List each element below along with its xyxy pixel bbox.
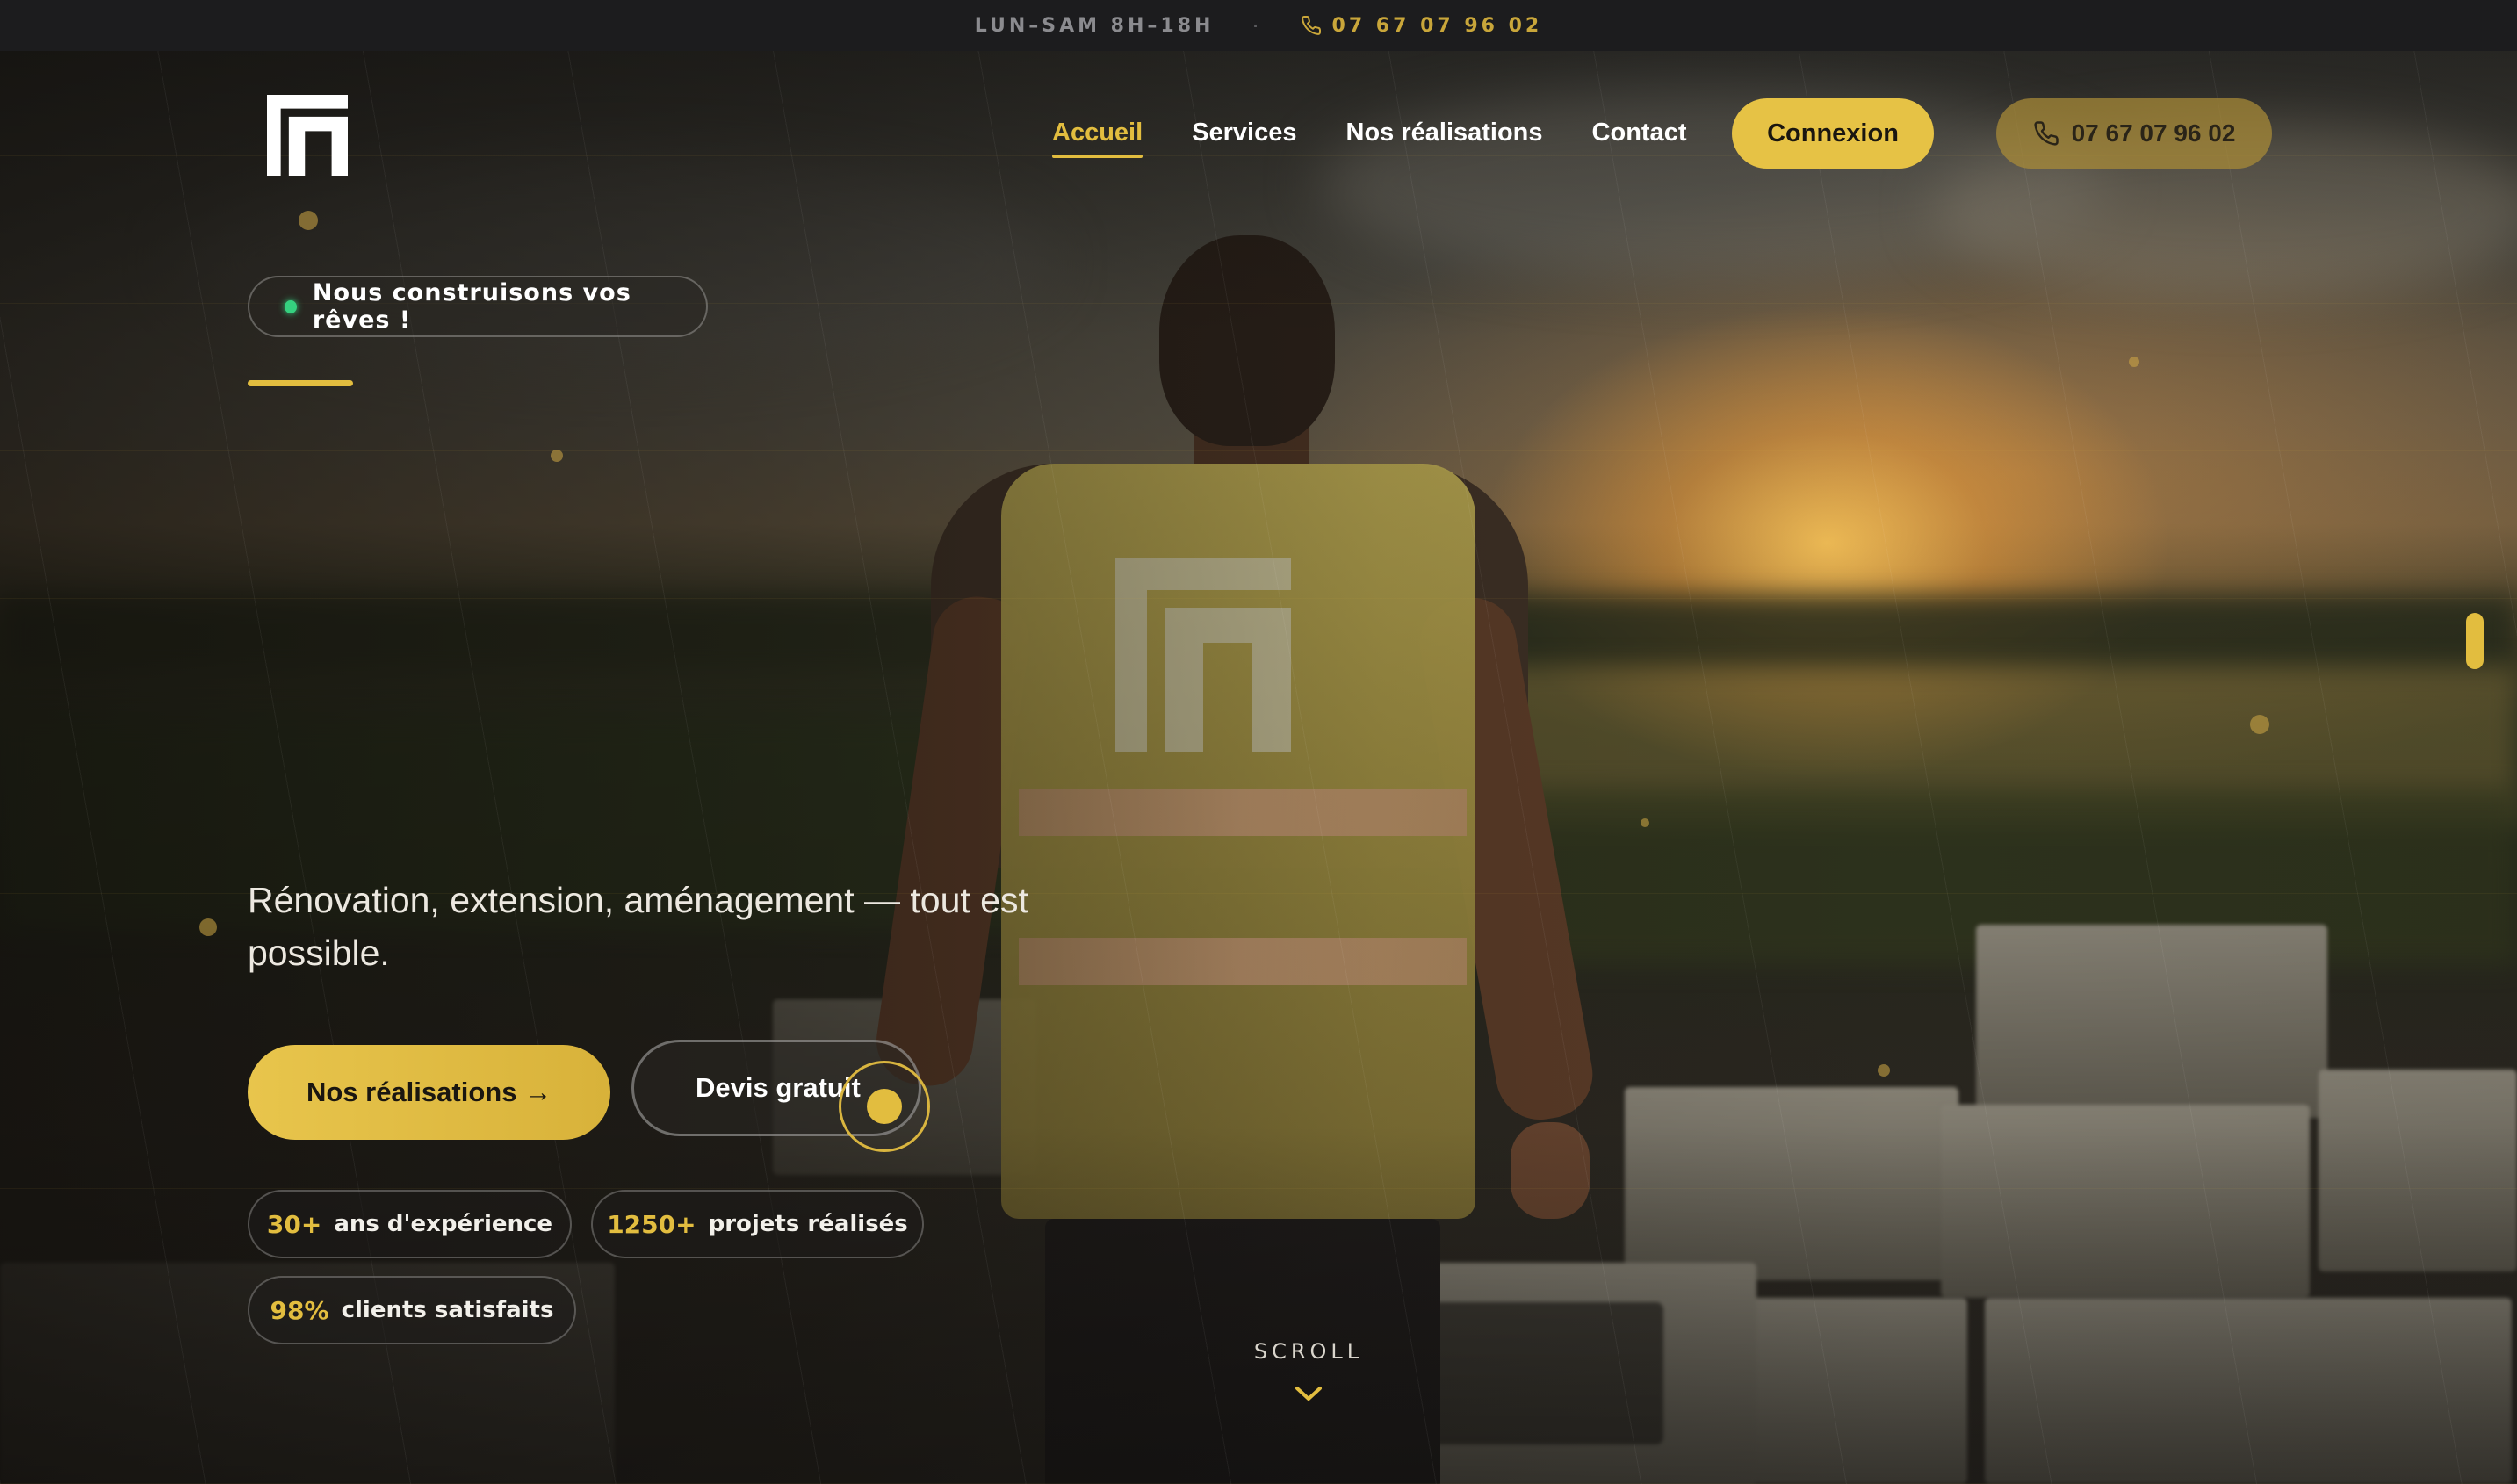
status-dot-icon — [285, 299, 297, 313]
stat-satisfaction: 98% clients satisfaits — [248, 1276, 576, 1344]
stat-value: 1250+ — [607, 1209, 696, 1239]
nav-item-contact[interactable]: Contact — [1592, 119, 1687, 148]
top-info-bar: LUN–SAM 8H–18H · 07 67 07 96 02 — [0, 0, 2517, 51]
main-navigation: Accueil Services Nos réalisations Contac… — [1052, 97, 1735, 169]
opening-hours: LUN–SAM 8H–18H — [974, 14, 1215, 37]
login-button[interactable]: Connexion — [1732, 98, 1934, 169]
stat-label: ans d'expérience — [334, 1211, 553, 1237]
accent-divider — [248, 380, 353, 386]
hero-tagline-badge: Nous construisons vos rêves ! — [248, 276, 708, 337]
stat-experience: 30+ ans d'expérience — [248, 1190, 572, 1258]
nav-item-accueil[interactable]: Accueil — [1052, 119, 1143, 158]
topbar-phone-link[interactable]: 07 67 07 96 02 — [1301, 15, 1543, 37]
stat-label: clients satisfaits — [341, 1297, 554, 1323]
topbar-phone-number: 07 67 07 96 02 — [1331, 14, 1543, 37]
header-phone-button[interactable]: 07 67 07 96 02 — [1996, 98, 2272, 169]
stat-projects: 1250+ projets réalisés — [591, 1190, 924, 1258]
nav-item-realisations[interactable]: Nos réalisations — [1346, 119, 1543, 148]
scroll-indicator[interactable]: SCROLL — [1230, 1339, 1388, 1408]
hero-tagline-text: Nous construisons vos rêves ! — [312, 279, 631, 334]
hero-subtitle: Rénovation, extension, aménagement — tou… — [248, 880, 1028, 973]
phone-icon — [2033, 121, 2059, 146]
topbar-separator: · — [1252, 17, 1262, 34]
scroll-label: SCROLL — [1253, 1339, 1364, 1364]
header-phone-number: 07 67 07 96 02 — [2071, 119, 2236, 147]
nav-item-services[interactable]: Services — [1192, 119, 1296, 148]
stat-value: 30+ — [266, 1209, 322, 1239]
logo-mark[interactable] — [267, 95, 348, 176]
stat-value: 98% — [270, 1295, 329, 1325]
realisations-cta-button[interactable]: Nos réalisations → — [248, 1045, 610, 1140]
hero-section — [0, 51, 2517, 1484]
phone-icon — [1301, 15, 1321, 35]
custom-cursor-dot — [867, 1089, 902, 1124]
side-scroll-marker[interactable] — [2466, 613, 2484, 669]
chevron-down-icon — [1295, 1387, 1322, 1401]
stat-label: projets réalisés — [708, 1211, 908, 1237]
